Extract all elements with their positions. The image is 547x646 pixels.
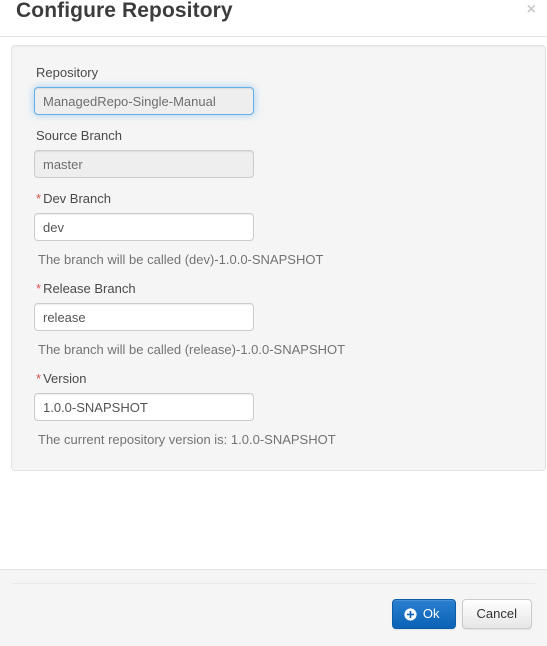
help-text-release-branch: The branch will be called (release)-1.0.… [38,342,346,357]
help-text-dev-branch: The branch will be called (dev)-1.0.0-SN… [38,252,324,267]
dialog-header: Configure Repository × [0,0,547,37]
source-branch-input [34,150,254,178]
cancel-button-label: Cancel [476,606,517,621]
label-repository: Repository [36,65,523,81]
label-text: Release Branch [43,281,136,296]
form-group-release-branch: *Release Branch The branch will be called… [34,281,523,358]
dialog-body: RepositorySource Branch*Dev BranchThe br… [0,37,547,471]
footer-divider [12,583,535,584]
repository-form: RepositorySource Branch*Dev BranchThe br… [34,65,523,448]
cancel-button[interactable]: Cancel [461,599,532,629]
repository-form-panel: RepositorySource Branch*Dev BranchThe br… [11,45,546,471]
label-release-branch: * Release Branch [36,281,523,297]
required-marker: * [36,191,42,206]
label-dev-branch: * Dev Branch [36,191,523,207]
label-text: Source Branch [36,128,122,143]
dev-branch-input[interactable] [34,213,254,241]
page-title: Configure Repository [16,0,233,22]
close-icon[interactable]: × [527,1,536,19]
form-group-version: *Version The current repository version i… [34,371,523,448]
form-group-source-branch: Source Branch [34,128,523,178]
footer-actions: Ok Cancel [391,599,532,629]
label-text: Version [43,371,87,386]
label-version: * Version [36,371,523,387]
required-marker: * [36,281,42,296]
label-text: Repository [36,65,99,80]
form-group-repository: Repository [34,65,523,115]
ok-button[interactable]: Ok [391,599,456,629]
label-source-branch: Source Branch [36,128,523,144]
required-marker: * [36,371,42,386]
help-text-version: The current repository version is: 1.0.0… [38,432,336,447]
plus-circle-icon [404,607,417,621]
ok-button-label: Ok [422,606,440,621]
form-group-dev-branch: *Dev Branch The branch will be called (de… [34,191,523,268]
version-input[interactable] [34,393,254,421]
label-text: Dev Branch [43,191,111,206]
dialog-footer: Ok Cancel [0,569,547,646]
configure-repository-dialog: Configure Repository × Repository Source … [0,0,547,646]
release-branch-input[interactable] [34,303,254,331]
repository-input [34,87,254,115]
